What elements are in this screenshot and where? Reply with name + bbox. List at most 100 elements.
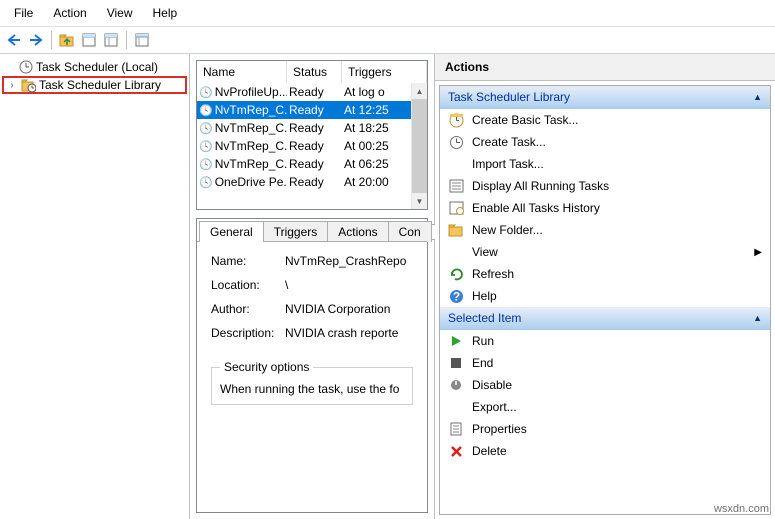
task-icon bbox=[199, 103, 213, 117]
action-view[interactable]: View ▶ bbox=[440, 241, 770, 263]
col-name[interactable]: Name bbox=[197, 61, 287, 83]
name-label: Name: bbox=[211, 254, 285, 268]
toolbar-icon-3[interactable] bbox=[101, 30, 121, 50]
section-label: Task Scheduler Library bbox=[448, 90, 570, 104]
action-label: Import Task... bbox=[472, 157, 544, 171]
scroll-thumb[interactable] bbox=[412, 99, 427, 193]
back-button[interactable] bbox=[4, 30, 24, 50]
table-row[interactable]: NvTmRep_C... Ready At 18:25 bbox=[197, 119, 427, 137]
tab-body: Name: NvTmRep_CrashRepo Location: \ Auth… bbox=[197, 241, 427, 512]
cell: NvTmRep_C... bbox=[215, 121, 287, 135]
actions-header: Actions bbox=[435, 54, 775, 81]
table-row[interactable]: NvTmRep_C... Ready At 12:25 bbox=[197, 101, 427, 119]
tree-panel: Task Scheduler (Local) › Task Scheduler … bbox=[0, 54, 190, 519]
actions-section-library[interactable]: Task Scheduler Library ▲ bbox=[440, 86, 770, 109]
tree-root[interactable]: Task Scheduler (Local) bbox=[2, 58, 187, 76]
table-row[interactable]: NvProfileUp... Ready At log o bbox=[197, 83, 427, 101]
author-value: NVIDIA Corporation bbox=[285, 302, 413, 316]
folder-icon bbox=[448, 222, 464, 238]
table-row[interactable]: OneDrive Pe... Ready At 20:00 bbox=[197, 173, 427, 191]
clock-icon bbox=[19, 60, 33, 74]
history-icon bbox=[448, 200, 464, 216]
scroll-down-icon[interactable]: ▼ bbox=[412, 193, 427, 209]
tree-library[interactable]: › Task Scheduler Library bbox=[2, 76, 187, 94]
refresh-icon bbox=[448, 266, 464, 282]
folder-up-icon[interactable] bbox=[57, 30, 77, 50]
cell: Ready bbox=[287, 138, 342, 154]
cell: OneDrive Pe... bbox=[215, 175, 287, 189]
action-label: New Folder... bbox=[472, 223, 543, 237]
action-help[interactable]: ? Help bbox=[440, 285, 770, 307]
task-icon bbox=[448, 134, 464, 150]
scrollbar[interactable]: ▲ ▼ bbox=[411, 83, 427, 209]
forward-button[interactable] bbox=[26, 30, 46, 50]
tab-strip: General Triggers Actions Con ◀ ▶ bbox=[197, 219, 427, 242]
cell: Ready bbox=[287, 174, 342, 190]
blank-icon bbox=[448, 399, 464, 415]
action-label: Display All Running Tasks bbox=[472, 179, 609, 193]
menu-action[interactable]: Action bbox=[43, 2, 96, 24]
details-panel: General Triggers Actions Con ◀ ▶ Name: N… bbox=[196, 218, 428, 513]
task-table: Name Status Triggers NvProfileUp... Read… bbox=[196, 60, 428, 210]
security-legend: Security options bbox=[220, 360, 313, 374]
section-label: Selected Item bbox=[448, 311, 521, 325]
actions-panel: Actions Task Scheduler Library ▲ Create … bbox=[435, 54, 775, 519]
tab-conditions[interactable]: Con bbox=[388, 221, 432, 242]
chevron-right-icon[interactable]: › bbox=[6, 80, 18, 91]
table-row[interactable]: NvTmRep_C... Ready At 00:25 bbox=[197, 137, 427, 155]
location-value: \ bbox=[285, 278, 413, 292]
action-label: Create Basic Task... bbox=[472, 113, 579, 127]
tab-actions[interactable]: Actions bbox=[327, 221, 388, 242]
author-label: Author: bbox=[211, 302, 285, 316]
action-new-folder[interactable]: New Folder... bbox=[440, 219, 770, 241]
menu-view[interactable]: View bbox=[97, 2, 143, 24]
action-export[interactable]: Export... bbox=[440, 396, 770, 418]
toolbar-icon-4[interactable] bbox=[132, 30, 152, 50]
action-run[interactable]: Run bbox=[440, 330, 770, 352]
col-triggers[interactable]: Triggers bbox=[342, 61, 427, 83]
location-label: Location: bbox=[211, 278, 285, 292]
action-refresh[interactable]: Refresh bbox=[440, 263, 770, 285]
clock-icon bbox=[448, 112, 464, 128]
delete-icon bbox=[448, 443, 464, 459]
table-row[interactable]: NvTmRep_C... Ready At 06:25 bbox=[197, 155, 427, 173]
toolbar bbox=[0, 26, 775, 54]
security-text: When running the task, use the fo bbox=[220, 382, 404, 396]
table-header: Name Status Triggers bbox=[197, 61, 427, 83]
chevron-right-icon: ▶ bbox=[754, 247, 762, 258]
blank-icon bbox=[448, 244, 464, 260]
cell: Ready bbox=[287, 84, 342, 100]
menu-file[interactable]: File bbox=[4, 2, 43, 24]
cell: Ready bbox=[287, 156, 342, 172]
tab-triggers[interactable]: Triggers bbox=[263, 221, 329, 242]
play-icon bbox=[448, 333, 464, 349]
action-properties[interactable]: Properties bbox=[440, 418, 770, 440]
blank-icon bbox=[448, 156, 464, 172]
menu-help[interactable]: Help bbox=[143, 2, 188, 24]
collapse-icon[interactable]: ▲ bbox=[753, 313, 762, 323]
main-area: Task Scheduler (Local) › Task Scheduler … bbox=[0, 54, 775, 519]
action-create-basic-task[interactable]: Create Basic Task... bbox=[440, 109, 770, 131]
toolbar-icon-2[interactable] bbox=[79, 30, 99, 50]
cell: NvTmRep_C... bbox=[215, 103, 287, 117]
properties-icon bbox=[448, 421, 464, 437]
action-display-running[interactable]: Display All Running Tasks bbox=[440, 175, 770, 197]
action-import-task[interactable]: Import Task... bbox=[440, 153, 770, 175]
action-create-task[interactable]: Create Task... bbox=[440, 131, 770, 153]
task-icon bbox=[199, 175, 213, 189]
actions-section-selected[interactable]: Selected Item ▲ bbox=[440, 307, 770, 330]
watermark: wsxdn.com bbox=[714, 503, 769, 515]
action-label: Delete bbox=[472, 444, 507, 458]
collapse-icon[interactable]: ▲ bbox=[753, 92, 762, 102]
action-enable-history[interactable]: Enable All Tasks History bbox=[440, 197, 770, 219]
action-label: Enable All Tasks History bbox=[472, 201, 600, 215]
action-label: Refresh bbox=[472, 267, 514, 281]
scroll-up-icon[interactable]: ▲ bbox=[412, 83, 427, 99]
action-end[interactable]: End bbox=[440, 352, 770, 374]
col-status[interactable]: Status bbox=[287, 61, 342, 83]
task-icon bbox=[199, 139, 213, 153]
tab-general[interactable]: General bbox=[199, 221, 264, 242]
action-disable[interactable]: Disable bbox=[440, 374, 770, 396]
action-delete[interactable]: Delete bbox=[440, 440, 770, 462]
action-label: Export... bbox=[472, 400, 517, 414]
